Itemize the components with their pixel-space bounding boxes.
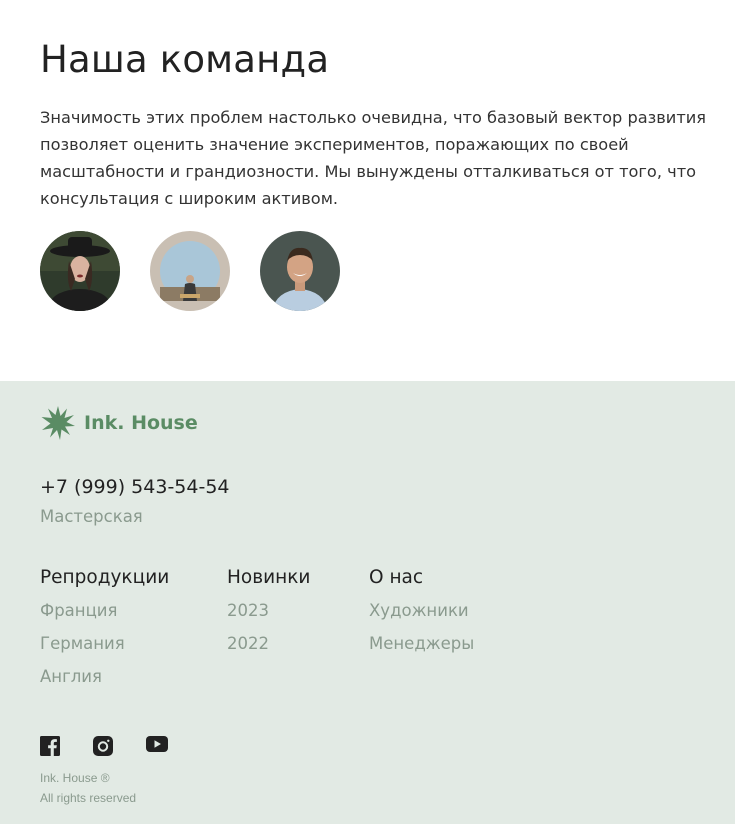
youtube-icon[interactable] (146, 736, 168, 756)
avatar-man-sitting-image (150, 231, 230, 311)
footer-link-artists[interactable]: Художники (369, 594, 474, 627)
team-section: Наша команда Значимость этих проблем нас… (0, 0, 735, 381)
footer-link-germany[interactable]: Германия (40, 627, 169, 660)
footer-link-england[interactable]: Англия (40, 660, 169, 693)
workshop-link[interactable]: Мастерская (40, 507, 143, 526)
site-footer: Ink. House +7 (999) 543-54-54 Мастерская… (0, 381, 735, 824)
copyright-rights: All rights reserved (40, 791, 137, 805)
instagram-icon[interactable] (93, 736, 113, 756)
page-title: Наша команда (40, 38, 330, 81)
team-description: Значимость этих проблем настолько очевид… (40, 108, 707, 208)
footer-column-new: Новинки 2023 2022 (227, 567, 310, 660)
avatar[interactable] (150, 231, 230, 311)
footer-link-2022[interactable]: 2022 (227, 627, 310, 660)
footer-column-reproductions: Репродукции Франция Германия Англия (40, 567, 169, 693)
footer-link-2023[interactable]: 2023 (227, 594, 310, 627)
footer-column-title: О нас (369, 567, 424, 588)
footer-link-france[interactable]: Франция (40, 594, 169, 627)
facebook-icon[interactable] (40, 736, 60, 756)
team-avatars (40, 231, 340, 311)
footer-column-title: Новинки (227, 567, 311, 588)
social-links (40, 736, 168, 756)
footer-column-about: О нас Художники Менеджеры (369, 567, 474, 660)
footer-link-managers[interactable]: Менеджеры (369, 627, 474, 660)
footer-column-title: Репродукции (40, 567, 170, 588)
avatar[interactable] (40, 231, 120, 311)
avatar-woman-hat-image (40, 231, 120, 311)
avatar[interactable] (260, 231, 340, 311)
starburst-icon (41, 406, 75, 440)
phone-link[interactable]: +7 (999) 543-54-54 (40, 476, 230, 498)
avatar-man-smiling-image (260, 231, 340, 311)
copyright: Ink. House ® All rights reserved (40, 768, 136, 808)
footer-logo[interactable]: Ink. House (40, 405, 198, 441)
copyright-brand: Ink. House ® (40, 771, 110, 785)
logo-text: Ink. House (84, 412, 198, 434)
